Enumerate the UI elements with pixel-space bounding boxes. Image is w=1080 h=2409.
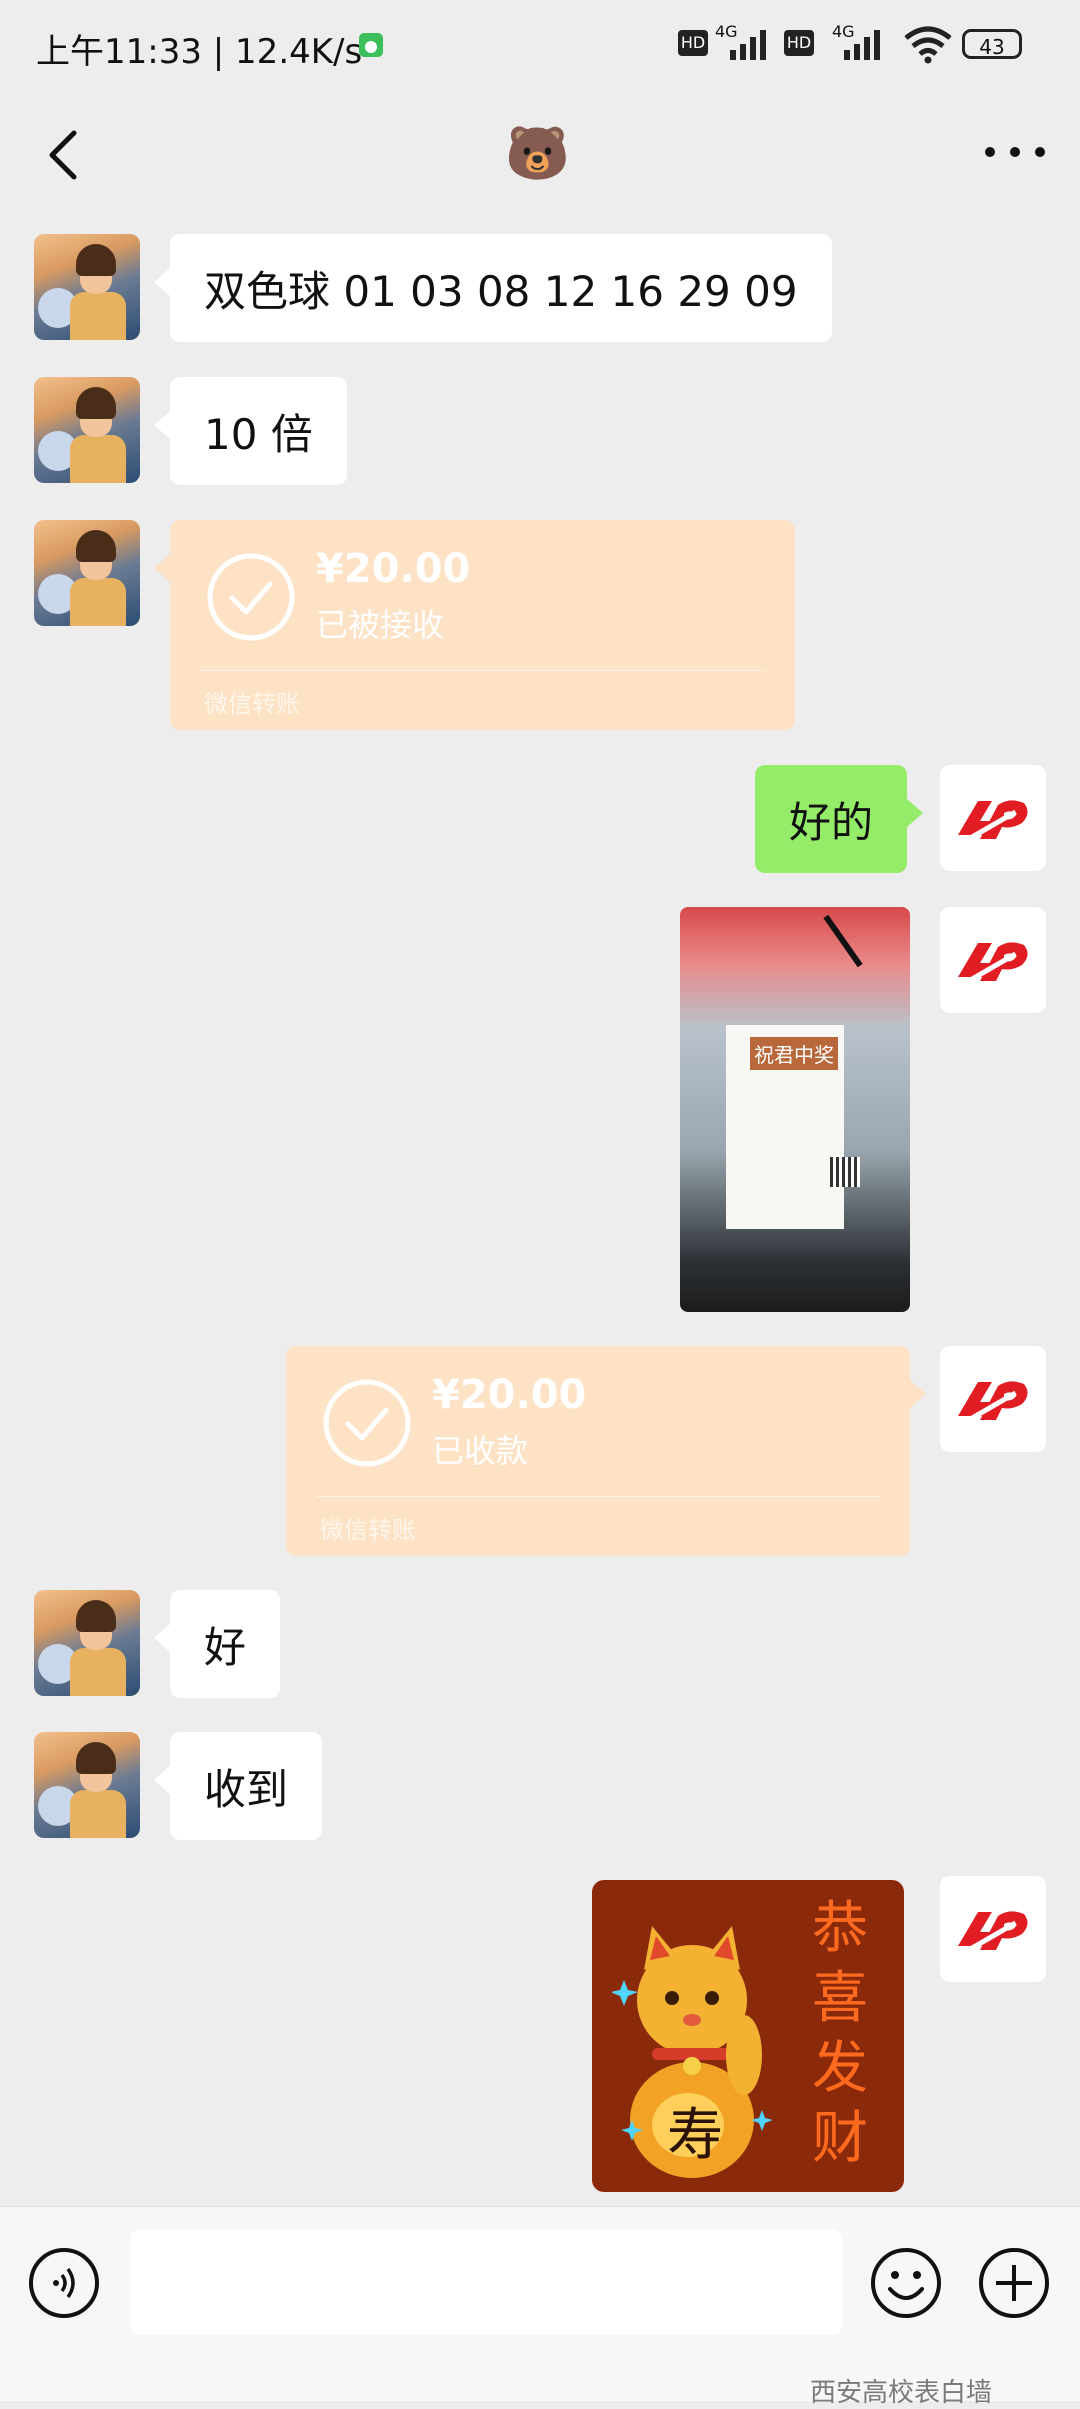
signal-icon <box>844 30 880 60</box>
message-bubble[interactable]: 双色球 01 03 08 12 16 29 09 <box>154 234 832 342</box>
voice-icon[interactable] <box>28 2247 100 2319</box>
check-circle-icon <box>207 553 295 641</box>
transfer-card[interactable]: ¥20.00 已被接收 微信转账 <box>154 520 795 730</box>
user-avatar[interactable] <box>940 1876 1046 1982</box>
user-avatar[interactable] <box>940 765 1046 871</box>
more-icon[interactable] <box>980 137 1050 167</box>
message-text: 好 <box>204 1622 247 1672</box>
chat-title: 🐻 <box>505 124 570 184</box>
pen <box>823 914 863 968</box>
transfer-status: 已被接收 <box>316 606 445 644</box>
ticket-photo[interactable]: 祝君中奖 <box>680 907 910 1312</box>
transfer-card[interactable]: ¥20.00 已收款 微信转账 <box>286 1346 926 1556</box>
status-bar: 上午11:33 | 12.4K/s HD 4G HD 4G 43 <box>0 0 1080 95</box>
watermark: 西安高校表白墙 <box>810 2378 993 2408</box>
check-circle-icon <box>323 1379 411 1467</box>
transfer-source: 微信转账 <box>320 1516 416 1544</box>
message-bubble[interactable]: 好的 <box>755 765 924 873</box>
qr-code <box>830 1157 860 1187</box>
transfer-source: 微信转账 <box>204 690 300 718</box>
wifi-icon <box>904 26 952 64</box>
sticker-char: 财 <box>812 2106 868 2171</box>
contact-avatar[interactable] <box>34 234 140 340</box>
message-text: 收到 <box>204 1764 289 1814</box>
app-notification-icon <box>359 33 383 57</box>
sticker-fu-character: 寿 <box>667 2103 723 2168</box>
lottery-logo-icon <box>940 765 1046 871</box>
lottery-logo-icon <box>940 1876 1046 1982</box>
divider <box>316 1496 880 1497</box>
plus-icon[interactable] <box>978 2247 1050 2319</box>
sticker-char: 喜 <box>812 1966 868 2031</box>
message-text: 10 倍 <box>204 409 313 459</box>
user-avatar[interactable] <box>940 907 1046 1013</box>
hd-badge: HD <box>678 30 708 56</box>
message-bubble[interactable]: 10 倍 <box>154 377 347 485</box>
battery-icon: 43 <box>962 29 1022 59</box>
user-avatar[interactable] <box>940 1346 1046 1452</box>
status-time: 上午11:33 | 12.4K/s <box>36 32 363 72</box>
hd-badge: HD <box>784 30 814 56</box>
emoji-icon[interactable] <box>870 2247 942 2319</box>
message-bubble[interactable]: 好 <box>153 1590 281 1698</box>
sticker-char: 恭 <box>812 1896 868 1961</box>
transfer-amount: ¥20.00 <box>432 1372 587 1418</box>
transfer-amount: ¥20.00 <box>316 546 471 592</box>
back-chevron-icon[interactable] <box>36 125 96 185</box>
message-text: 好的 <box>789 797 874 847</box>
lucky-cat-sticker[interactable]: 寿 恭 喜 发 财 <box>592 1880 904 2192</box>
contact-avatar[interactable] <box>34 1590 140 1696</box>
lottery-logo-icon <box>940 907 1046 1013</box>
contact-avatar[interactable] <box>34 377 140 483</box>
message-text: 双色球 01 03 08 12 16 29 09 <box>204 266 798 316</box>
chat-header: 🐻 <box>0 95 1080 220</box>
lottery-logo-icon <box>940 1346 1046 1452</box>
transfer-status: 已收款 <box>432 1432 529 1470</box>
message-bubble[interactable]: 收到 <box>153 1732 323 1840</box>
signal-icon <box>730 30 766 60</box>
sticker-text: 恭 喜 发 财 <box>800 1894 880 2174</box>
sticker-char: 发 <box>812 2036 868 2101</box>
contact-avatar[interactable] <box>34 1732 140 1838</box>
divider <box>200 670 765 671</box>
contact-avatar[interactable] <box>34 520 140 626</box>
message-input[interactable] <box>130 2229 842 2335</box>
ticket-sign: 祝君中奖 <box>750 1037 838 1070</box>
